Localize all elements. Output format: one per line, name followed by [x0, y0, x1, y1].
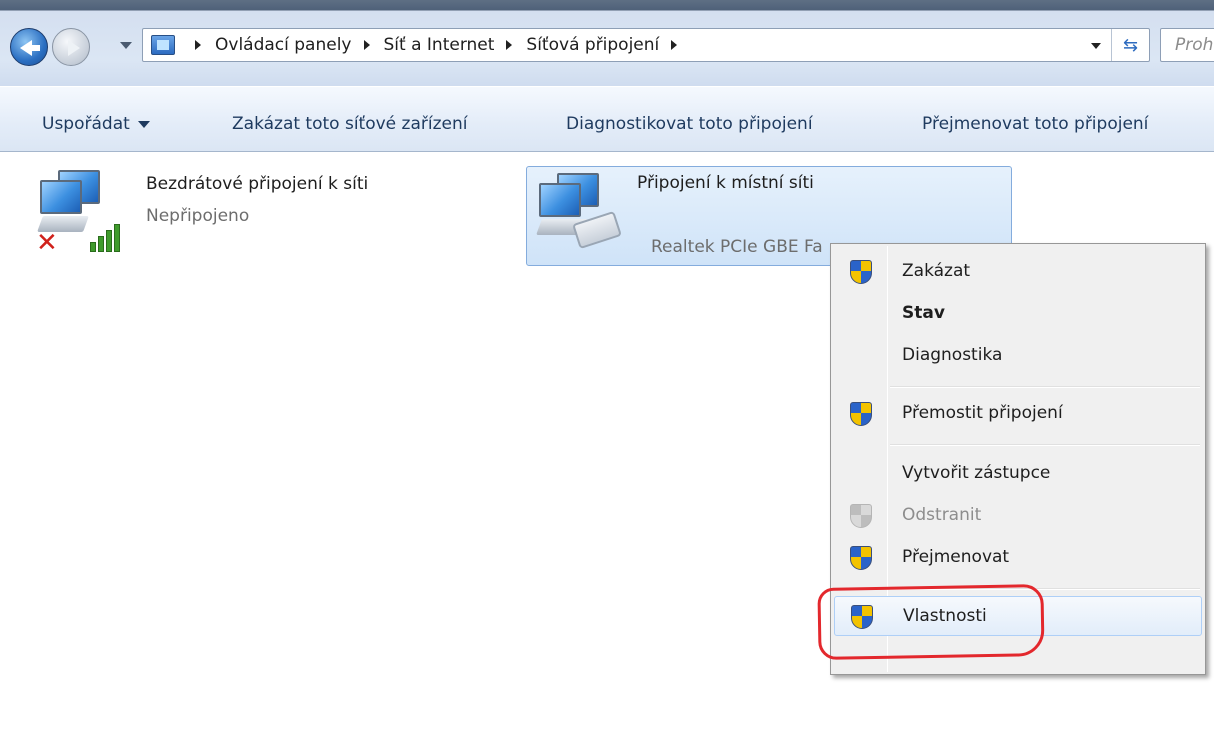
menu-item-label: Přemostit připojení	[902, 403, 1063, 423]
uac-shield-icon	[850, 546, 872, 570]
command-bar: Uspořádat Zakázat toto síťové zařízení D…	[0, 86, 1214, 152]
uac-shield-icon	[850, 260, 872, 284]
connection-adapter: Realtek PCIe GBE Fa	[651, 237, 823, 257]
forward-button[interactable]	[52, 28, 90, 66]
menu-item-label: Přejmenovat	[902, 547, 1010, 567]
rename-button[interactable]: Přejmenovat toto připojení	[922, 114, 1148, 134]
menu-item-delete: Odstranit	[834, 496, 1202, 536]
organize-button[interactable]: Uspořádat	[42, 114, 150, 134]
signal-bars-icon	[84, 212, 128, 252]
recent-pages-dropdown-icon[interactable]	[120, 42, 132, 49]
address-bar: Ovládací panely Síť a Internet Síťová př…	[0, 0, 1214, 86]
menu-item-label: Odstranit	[902, 505, 982, 525]
organize-label: Uspořádat	[42, 114, 130, 134]
menu-separator	[890, 444, 1200, 446]
connection-name: Bezdrátové připojení k síti	[146, 174, 369, 194]
breadcrumb-network-internet[interactable]: Síť a Internet	[384, 35, 495, 55]
control-panel-icon	[151, 35, 175, 55]
breadcrumb-separator-icon[interactable]	[671, 40, 678, 50]
breadcrumb-network-connections[interactable]: Síťová připojení	[526, 35, 659, 55]
diagnose-button[interactable]: Diagnostikovat toto připojení	[566, 114, 813, 134]
breadcrumb-separator-icon[interactable]	[363, 40, 370, 50]
menu-item-status[interactable]: Stav	[834, 294, 1202, 334]
back-button[interactable]	[10, 28, 48, 66]
connection-item-wireless[interactable]: ✕ Bezdrátové připojení k síti Nepřipojen…	[36, 168, 516, 268]
menu-item-bridge[interactable]: Přemostit připojení	[834, 394, 1202, 434]
menu-item-label: Stav	[902, 303, 945, 323]
disconnected-x-icon: ✕	[36, 228, 58, 258]
menu-item-label: Zakázat	[902, 261, 971, 281]
monitor-front-icon	[539, 183, 581, 217]
annotation-circle	[817, 584, 1045, 660]
breadcrumb-separator-icon[interactable]	[195, 40, 201, 50]
menu-item-create-shortcut[interactable]: Vytvořit zástupce	[834, 454, 1202, 494]
monitor-front-icon	[40, 180, 82, 214]
address-history-dropdown-icon[interactable]	[1091, 43, 1101, 49]
connection-name: Připojení k místní síti	[637, 173, 814, 193]
breadcrumb-control-panel[interactable]: Ovládací panely	[215, 35, 352, 55]
menu-separator	[890, 386, 1200, 388]
connection-status: Nepřipojeno	[146, 206, 250, 226]
lan-network-icon	[535, 171, 622, 250]
uac-shield-disabled-icon	[850, 504, 872, 528]
breadcrumb: Ovládací panely Síť a Internet Síťová př…	[183, 35, 691, 55]
uac-shield-icon	[850, 402, 872, 426]
breadcrumb-separator-icon[interactable]	[506, 40, 513, 50]
menu-item-label: Diagnostika	[902, 345, 1003, 365]
menu-item-disable[interactable]: Zakázat	[834, 252, 1202, 292]
menu-item-label: Vytvořit zástupce	[902, 463, 1051, 483]
menu-item-rename[interactable]: Přejmenovat	[834, 538, 1202, 578]
refresh-button[interactable]: ⇆	[1111, 29, 1149, 61]
wireless-network-icon: ✕	[36, 168, 120, 256]
refresh-icon: ⇆	[1122, 34, 1139, 56]
address-field[interactable]: Ovládací panely Síť a Internet Síťová př…	[142, 28, 1150, 62]
disable-device-button[interactable]: Zakázat toto síťové zařízení	[232, 114, 467, 134]
menu-item-diagnose[interactable]: Diagnostika	[834, 336, 1202, 376]
search-input[interactable]: Prohledat Síťová připojení	[1160, 28, 1214, 62]
chevron-down-icon	[137, 120, 150, 128]
